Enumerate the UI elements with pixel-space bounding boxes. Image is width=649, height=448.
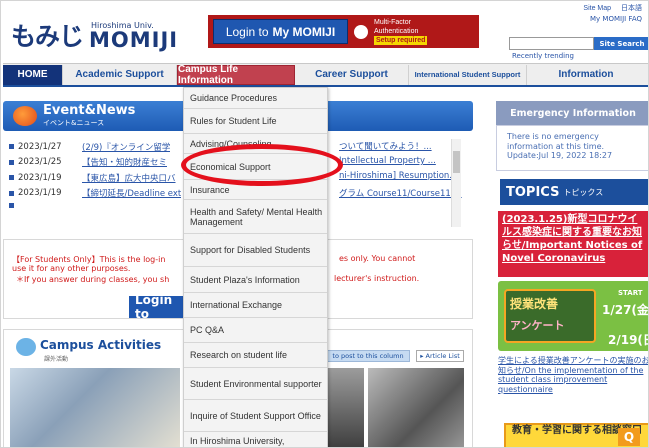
dropdown-item-inquire-student-support[interactable]: Inquire of Student Support Office [184,400,327,432]
campus-title: Campus Activities [40,338,162,352]
nav-information[interactable]: Information [527,65,645,85]
survey-title1: 授業改善 [510,297,559,311]
news-date: 2023/1/19 [18,188,62,199]
leaf-icon [13,106,37,126]
scroll-thumb[interactable] [453,151,460,173]
search-icon: Q [618,428,640,446]
page: もみじ Hiroshima Univ. MOMIJI Login to My M… [0,0,649,448]
login-banner: Login to My MOMIJI Multi-Factor Authenti… [208,15,479,48]
nav-international-student-support[interactable]: International Student Support [409,64,527,85]
news-date: 2023/1/19 [18,172,62,183]
notice-line1-tail: es only. You cannot [339,254,416,263]
news-title-tail[interactable]: ついて聞いてみよう！... [339,140,432,152]
mfa-notice[interactable]: Multi-Factor Authentication Setup requir… [374,18,428,45]
campus-photo[interactable] [10,368,180,447]
login-prefix: Login to [225,24,269,39]
campus-life-dropdown: Guidance Procedures Rules for Student Li… [183,87,328,447]
notice-login-button[interactable]: Login to [129,293,186,321]
dropdown-item-environmental-supporter[interactable]: Student Environmental supporter [184,368,327,400]
login-my-momiji-button[interactable]: Login to My MOMIJI [213,19,348,44]
news-date: 2023/1/25 [18,157,62,168]
event-news-title: Event&News [43,103,136,118]
logo-english: Hiroshima Univ. MOMIJI [89,21,179,52]
search-input[interactable] [509,37,594,50]
recently-trending-link[interactable]: Recently trending [512,52,574,60]
site-map-link[interactable]: Site Map [583,5,611,12]
survey-notice-link[interactable]: 学生による授業改善アンケートの実施のお知らせ/On the implementa… [498,356,648,394]
campus-photo[interactable] [368,368,464,447]
article-list-button[interactable]: ▸ Article List [416,350,464,362]
bullet-icon [9,202,14,208]
dropdown-item-pc-qa[interactable]: PC Q&A [184,318,327,343]
news-title-tail[interactable]: グラム Course11/Course11,... [339,187,462,199]
my-momiji-faq-link[interactable]: My MOMIJI FAQ [590,15,642,23]
survey-end-date: 2/19(日) [608,333,648,347]
dropdown-item-international-exchange[interactable]: International Exchange [184,293,327,318]
mfa-line2: Authentication [374,28,419,35]
emergency-line1: There is no emergency [507,132,599,141]
topics-title: TOPICS [506,184,560,200]
corona-notice-link[interactable]: (2023.1.25)新型コロナウイルス感染症に関する重要なお知らせ/Impor… [498,211,648,277]
logo-japanese: もみじ [11,22,84,51]
highlight-annotation [181,144,343,186]
campus-subtitle: 課外活動 [44,356,69,363]
notice-line3: ＊If you answer during classes, you sh [16,275,170,284]
notice-line2: use it for any other purposes. [12,264,131,273]
emergency-line3: Update:Jul 19, 2022 18:27 [507,151,613,160]
news-title[interactable]: 【東広島】広大中央口バ [82,172,176,184]
emergency-header: Emergency Information [496,101,648,125]
dropdown-item-rules-student-life[interactable]: Rules for Student Life [184,109,327,134]
bullet-icon [9,159,14,165]
nav-career-support[interactable]: Career Support [295,64,409,85]
survey-start-label: START [618,289,643,297]
dropdown-item-in-hiroshima-university[interactable]: In Hiroshima University, [184,432,327,447]
bullet-icon [9,175,14,181]
campus-icon [16,338,36,356]
dropdown-item-health-safety[interactable]: Health and Safety/ Mental Health Managem… [184,200,327,234]
bullet-icon [9,144,14,150]
main-nav: HOME Academic Support Campus Life Inform… [3,63,648,87]
site-search-button[interactable]: Site Search [594,37,648,50]
news-scrollbar[interactable] [451,139,461,227]
notice-line3-tail: lecturer's instruction. [334,274,420,283]
dropdown-item-disabled-students[interactable]: Support for Disabled Students [184,234,327,267]
login-bold: My MOMIJI [272,24,336,39]
news-title-tail[interactable]: Intellectual Property ... [339,156,436,166]
emergency-line2: information at this time. [507,141,605,151]
news-title[interactable]: 【締切延長/Deadline ext [82,187,181,199]
momiji-logo[interactable]: もみじ Hiroshima Univ. MOMIJI [11,17,178,53]
topics-header: TOPICS トピックス [496,179,648,205]
survey-banner[interactable]: 授業改善 アンケート START 1/27(金) 2/19(日) [498,281,649,351]
news-title[interactable]: 【告知・知的財産セミ [82,156,167,168]
dropdown-item-research-student-life[interactable]: Research on student life [184,343,327,368]
emergency-body: There is no emergency information at thi… [496,125,648,171]
education-consultation-banner[interactable]: 教育・学習に関する相談窓口 Q [504,423,648,447]
dropdown-item-guidance-procedures[interactable]: Guidance Procedures [184,88,327,109]
event-news-subtitle: イベント&ニュース [43,119,105,127]
japanese-link[interactable]: 日本語 [621,5,642,12]
news-title-tail[interactable]: ni-Hiroshima] Resumption... [339,171,457,181]
survey-start-date: 1/27(金) [602,303,649,317]
news-date: 2023/1/27 [18,141,62,152]
top-links: Site Map 日本語 [575,3,642,13]
dropdown-item-student-plaza[interactable]: Student Plaza's Information [184,267,327,293]
mfa-line1: Multi-Factor [374,19,411,26]
bullet-icon [9,190,14,196]
key-icon [354,24,368,39]
logo-momiji-text: MOMIJI [89,27,179,52]
survey-title2: アンケート [510,319,565,332]
nav-home[interactable]: HOME [3,64,63,85]
nav-campus-life-information[interactable]: Campus Life Information [177,64,295,86]
topics-subtitle: トピックス [563,187,604,197]
mfa-setup-badge: Setup required [374,36,428,45]
nav-academic-support[interactable]: Academic Support [63,64,177,85]
campus-photo[interactable] [324,368,364,447]
news-title[interactable]: (2/9)『オンライン留学 [82,141,170,153]
post-column-button[interactable]: to post to this column [326,350,410,362]
